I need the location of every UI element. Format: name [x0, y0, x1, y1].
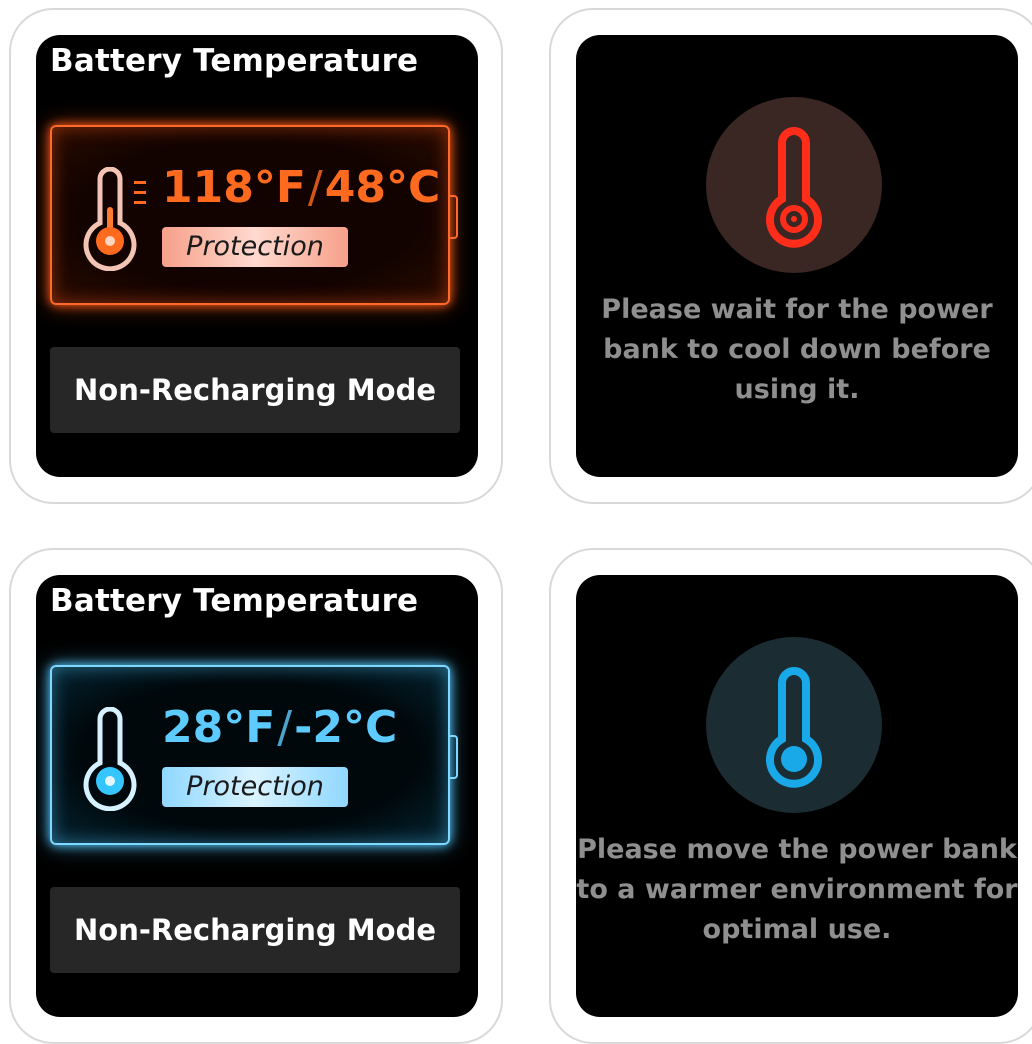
device-frame-hot-message: Please wait for the power bank to cool d… [549, 8, 1032, 504]
thermometer-cold-icon [766, 667, 822, 788]
non-recharging-mode-button[interactable]: Non-Recharging Mode [50, 347, 460, 433]
battery-outline: 118°F/48°C Protection [50, 125, 458, 305]
heat-lines-icon [134, 181, 146, 204]
temp-fahrenheit: 28°F [162, 702, 276, 753]
protection-badge: Protection [162, 227, 348, 267]
screen-cold-status: Battery Temperature 28°F/-2°C Protection… [36, 575, 478, 1017]
device-frame-cold-status: Battery Temperature 28°F/-2°C Protection… [9, 548, 503, 1044]
device-frame-hot-status: Battery Temperature 118°F/48°C Protectio… [9, 8, 503, 504]
warm-up-message: Please move the power bank to a warmer e… [576, 834, 1018, 945]
icon-circle [706, 637, 882, 813]
temp-separator: / [277, 702, 293, 753]
screen-cold-message: Please move the power bank to a warmer e… [576, 575, 1018, 1017]
temp-separator: / [307, 162, 323, 213]
screen-title: Battery Temperature [50, 43, 419, 79]
non-recharging-mode-button[interactable]: Non-Recharging Mode [50, 887, 460, 973]
screen-title: Battery Temperature [50, 583, 419, 619]
temp-fahrenheit: 118°F [162, 162, 306, 213]
cool-down-message: Please wait for the power bank to cool d… [601, 294, 993, 405]
thermometer-icon [83, 167, 137, 271]
battery-tip [448, 195, 458, 239]
battery-tip [448, 735, 458, 779]
temp-celsius: -2°C [294, 702, 398, 753]
battery-outline: 28°F/-2°C Protection [50, 665, 458, 845]
icon-circle [706, 97, 882, 273]
device-frame-cold-message: Please move the power bank to a warmer e… [549, 548, 1032, 1044]
screen-hot-status: Battery Temperature 118°F/48°C Protectio… [36, 35, 478, 477]
protection-badge: Protection [162, 767, 348, 807]
thermometer-hot-icon [766, 127, 822, 248]
temperature-reading: 28°F/-2°C [162, 703, 397, 753]
temp-celsius: 48°C [324, 162, 441, 213]
thermometer-icon [83, 707, 137, 811]
screen-hot-message: Please wait for the power bank to cool d… [576, 35, 1018, 477]
temperature-reading: 118°F/48°C [162, 163, 440, 213]
